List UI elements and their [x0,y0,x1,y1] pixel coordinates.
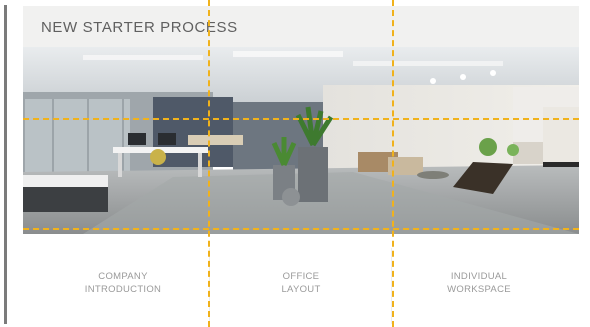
starter-process-panel: NEW STARTER PROCESS COMPANY INTRODUCTION… [23,6,579,324]
hotspot-guide-horizontal [23,118,579,120]
header-bar: NEW STARTER PROCESS [23,6,579,47]
step-office-layout[interactable]: OFFICE LAYOUT [221,270,381,296]
step-line-1: COMPANY [98,271,148,282]
step-company-introduction[interactable]: COMPANY INTRODUCTION [43,270,203,296]
step-individual-workspace[interactable]: INDIVIDUAL WORKSPACE [399,270,559,296]
step-line-2: WORKSPACE [447,284,511,295]
step-line-1: OFFICE [282,271,320,282]
hotspot-guide-horizontal [23,228,579,230]
office-photo [23,47,579,234]
step-line-1: INDIVIDUAL [450,271,508,282]
process-steps: COMPANY INTRODUCTION OFFICE LAYOUT INDIV… [23,234,579,324]
step-line-2: INTRODUCTION [84,284,162,295]
step-line-2: LAYOUT [281,284,321,295]
hotspot-guide-vertical [392,0,394,327]
left-border-rule [4,5,7,324]
hotspot-guide-vertical [208,0,210,327]
